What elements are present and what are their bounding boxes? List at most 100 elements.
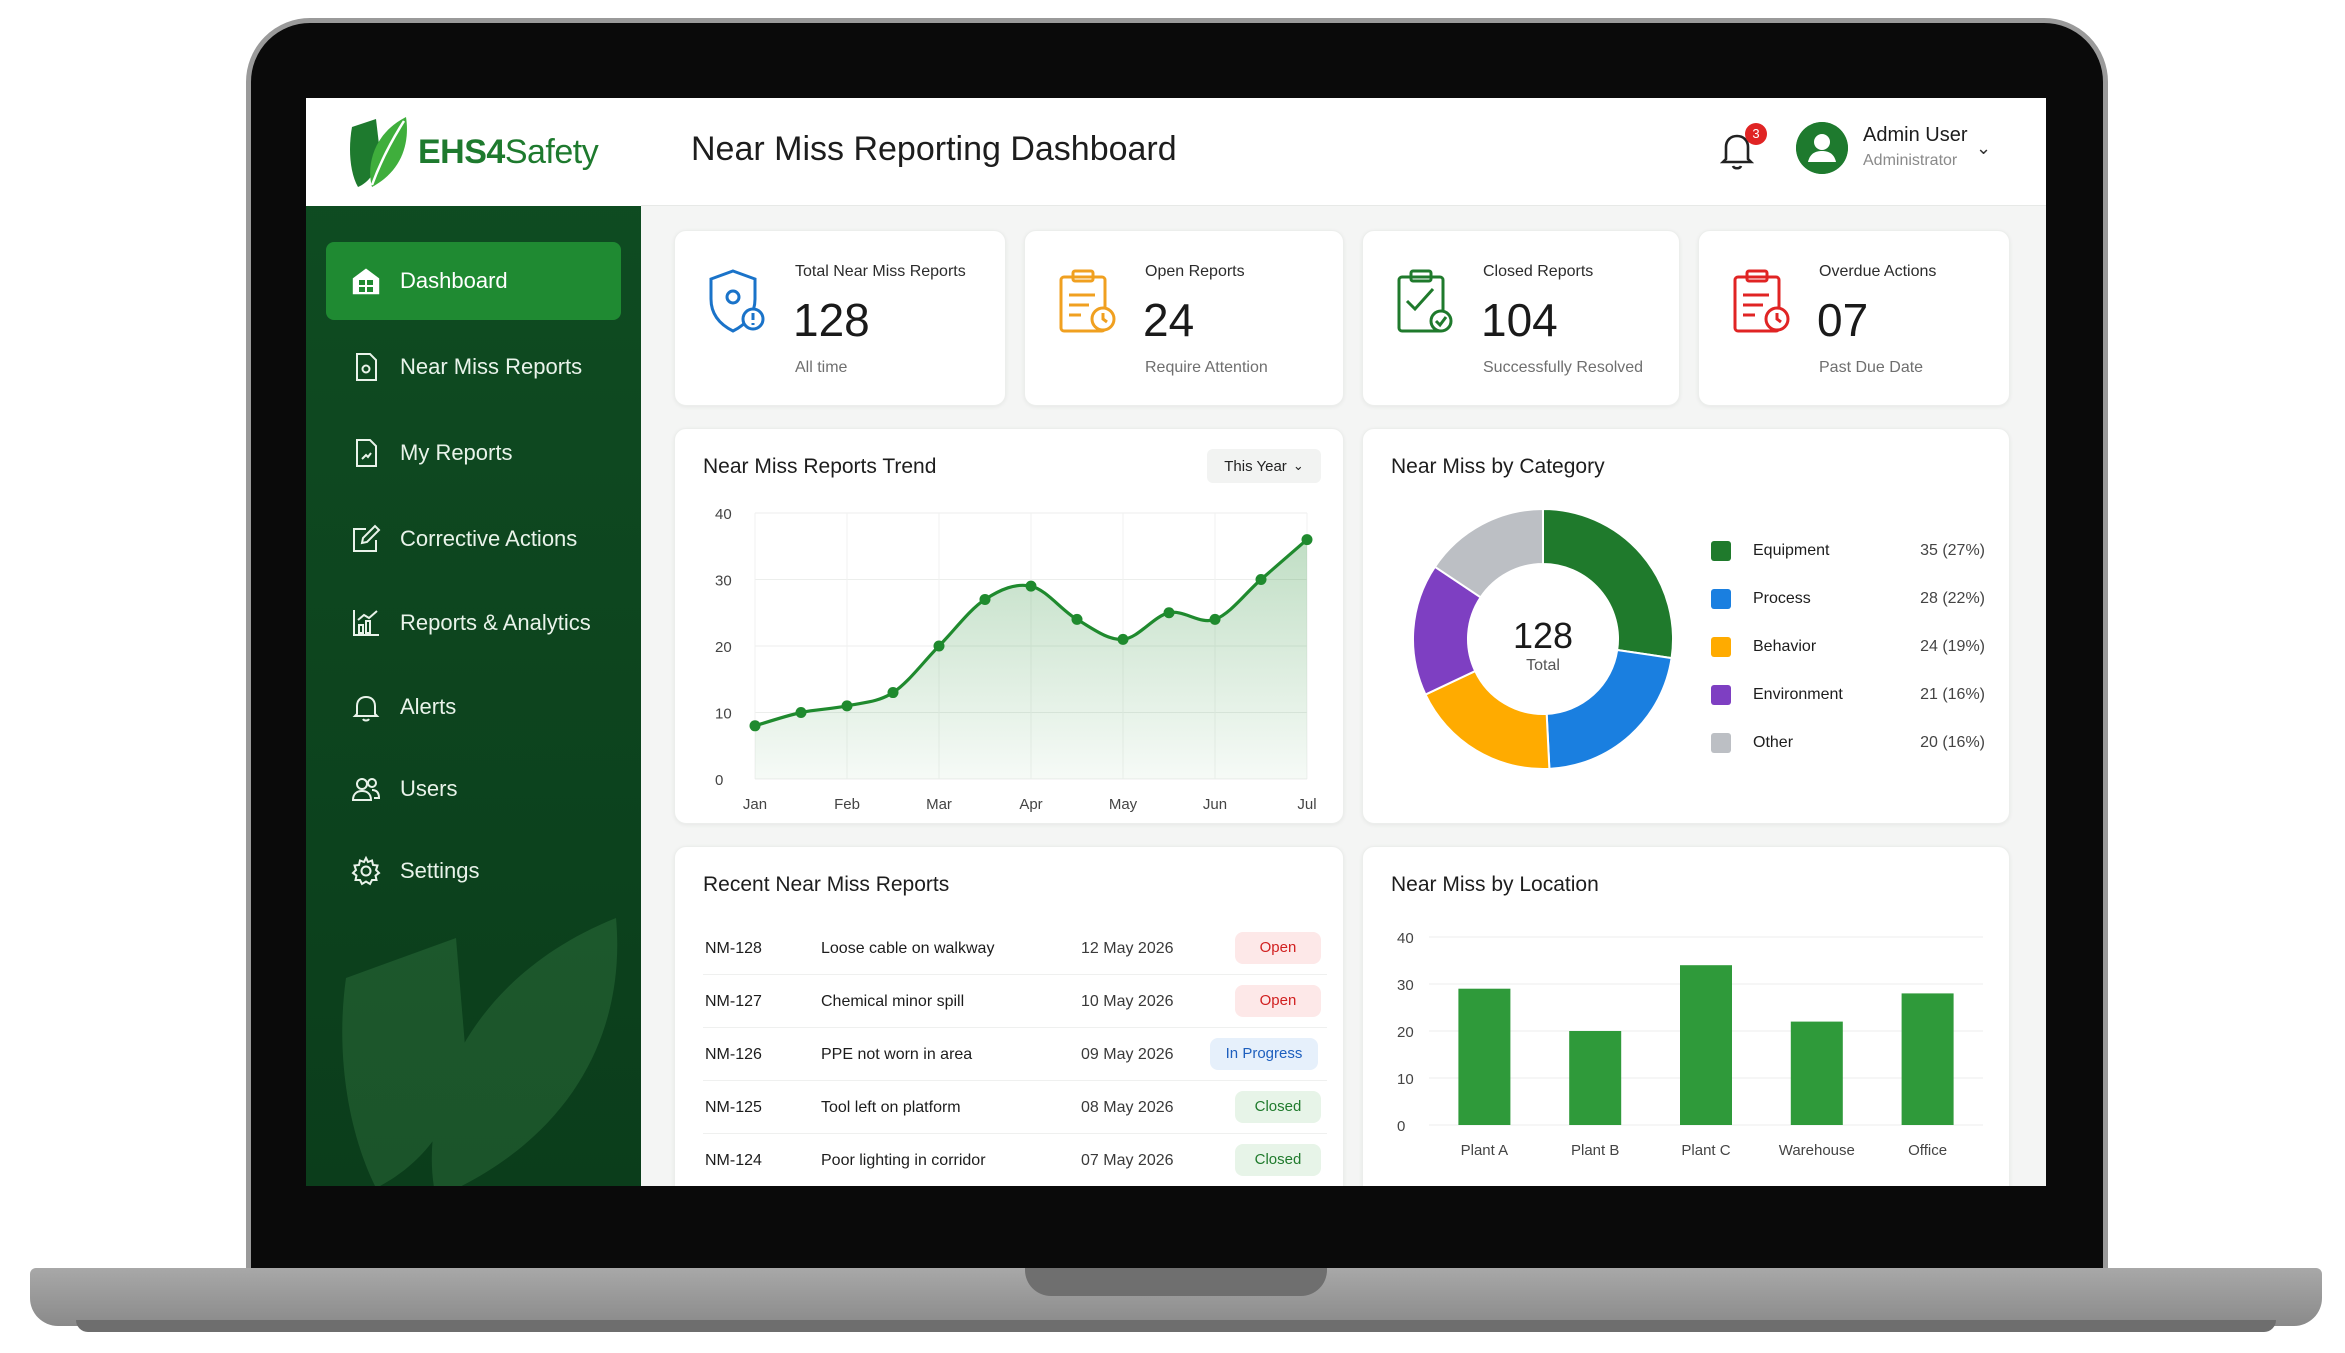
clipboard-clock-icon — [1059, 269, 1116, 333]
gear-icon — [351, 855, 381, 886]
donut-total-value: 128 — [1512, 615, 1574, 656]
trend-point[interactable] — [1025, 580, 1037, 592]
location-bar-chart: 0 10 20 30 40 Plant A Plant B Plant C Warehouse O… — [1397, 930, 1983, 1159]
trend-point[interactable] — [933, 640, 945, 652]
report-id: NM-128 — [705, 940, 762, 957]
kpi-card-overdue[interactable]: Overdue Actions 07 Past Due Date — [1698, 230, 2010, 406]
sidebar-item-my-reports[interactable]: My Reports — [326, 414, 621, 492]
trend-x-tick-label: May — [1109, 796, 1138, 813]
avatar[interactable] — [1796, 122, 1848, 174]
legend-item[interactable]: Process 28 (22%) — [1711, 585, 1991, 613]
sidebar-item-near-miss-reports[interactable]: Near Miss Reports — [326, 328, 621, 406]
user-name[interactable]: Admin User — [1863, 124, 1967, 147]
kpi-card-total[interactable]: Total Near Miss Reports 128 All time — [674, 230, 1006, 406]
trend-point[interactable] — [1117, 633, 1129, 645]
report-date: 08 May 2026 — [1081, 1099, 1174, 1116]
legend-item[interactable]: Other 20 (16%) — [1711, 729, 1991, 757]
sidebar-item-alerts[interactable]: Alerts — [326, 668, 621, 746]
legend-swatch — [1711, 541, 1731, 561]
trend-y-tick-label: 20 — [715, 639, 732, 656]
bar-plant-a[interactable] — [1458, 988, 1511, 1125]
bar-plant-c[interactable] — [1680, 965, 1732, 1125]
bar-y-tick-label: 10 — [1397, 1071, 1414, 1088]
legend-label: Other — [1753, 734, 1794, 751]
sidebar-item-label: Settings — [400, 858, 480, 883]
users-icon — [351, 778, 381, 801]
bar-y-tick-label: 40 — [1397, 930, 1414, 947]
trend-point[interactable] — [1301, 534, 1313, 546]
bar-office[interactable] — [1901, 993, 1954, 1125]
leaf-shield-logo-icon — [350, 117, 407, 187]
report-description: Chemical minor spill — [821, 993, 965, 1010]
category-title: Near Miss by Category — [1391, 455, 1605, 478]
legend-label: Environment — [1753, 686, 1843, 703]
analytics-icon — [353, 610, 379, 636]
bar-y-tick-label: 20 — [1397, 1024, 1414, 1041]
bar-x-tick-label: Plant A — [1461, 1142, 1509, 1159]
trend-point[interactable] — [1071, 613, 1083, 625]
legend-label: Process — [1753, 590, 1811, 607]
bar-x-tick-label: Office — [1908, 1142, 1947, 1159]
table-row[interactable]: NM-125 Tool left on platform 08 May 2026 Cl… — [703, 1082, 1327, 1134]
trend-y-tick-label: 10 — [715, 706, 732, 723]
trend-point[interactable] — [979, 593, 991, 605]
sidebar-item-settings[interactable]: Settings — [326, 832, 621, 910]
top-header: Near Miss Reporting Dashboard 3 Admin Us… — [641, 98, 2046, 206]
recent-reports-title: Recent Near Miss Reports — [703, 873, 950, 896]
laptop-notch — [1025, 1268, 1327, 1296]
kpi-label: Total Near Miss Reports — [795, 263, 966, 280]
trend-point[interactable] — [887, 687, 899, 699]
kpi-value: 104 — [1481, 294, 1558, 346]
sidebar-item-users[interactable]: Users — [326, 750, 621, 828]
table-row[interactable]: NM-124 Poor lighting in corridor 07 May 20… — [703, 1135, 1327, 1186]
kpi-sub: Require Attention — [1145, 359, 1268, 376]
sidebar-item-reports-analytics[interactable]: Reports & Analytics — [326, 584, 621, 662]
report-description: Poor lighting in corridor — [821, 1152, 986, 1169]
table-row[interactable]: NM-127 Chemical minor spill 10 May 2026 Ope… — [703, 976, 1327, 1028]
trend-x-tick-label: Jan — [743, 796, 767, 813]
trend-point[interactable] — [1209, 613, 1221, 625]
sidebar-item-corrective-actions[interactable]: Corrective Actions — [326, 500, 621, 578]
legend-swatch — [1711, 733, 1731, 753]
trend-x-tick-label: Jul — [1297, 796, 1316, 813]
report-description: PPE not worn in area — [821, 1046, 973, 1063]
trend-y-tick-label: 40 — [715, 506, 732, 523]
dashboard-icon — [352, 268, 380, 295]
brand-name-rest: Safety — [504, 132, 599, 171]
trend-point[interactable] — [841, 700, 853, 712]
trend-y-tick-label: 0 — [715, 772, 723, 789]
trend-point[interactable] — [1163, 607, 1175, 619]
trend-x-tick-label: Mar — [926, 796, 952, 813]
bar-y-tick-label: 30 — [1397, 977, 1414, 994]
table-row[interactable]: NM-128 Loose cable on walkway 12 May 2026 O… — [703, 923, 1327, 975]
trend-point[interactable] — [749, 720, 761, 732]
category-card: Near Miss by Category 128 Total Equipmen… — [1362, 428, 2010, 824]
trend-point[interactable] — [795, 707, 807, 718]
laptop-base-shadow — [76, 1320, 2276, 1332]
sidebar-item-label: Corrective Actions — [400, 526, 578, 551]
leaf-watermark-icon — [342, 918, 618, 1186]
bar-warehouse[interactable] — [1790, 1021, 1843, 1125]
shield-alert-icon — [709, 269, 765, 333]
kpi-value: 128 — [793, 294, 870, 346]
app-screen: EHS4Safety Dashboard Near Miss Reports M… — [306, 98, 2046, 1186]
sidebar-item-label: Reports & Analytics — [400, 610, 591, 635]
kpi-sub: All time — [795, 359, 848, 376]
status-badge: Open — [1235, 985, 1321, 1017]
kpi-card-closed[interactable]: Closed Reports 104 Successfully Resolved — [1362, 230, 1680, 406]
kpi-card-open[interactable]: Open Reports 24 Require Attention — [1024, 230, 1344, 406]
legend-value: 21 (16%) — [1920, 686, 1985, 703]
status-badge: Closed — [1235, 1144, 1321, 1176]
trend-point[interactable] — [1255, 574, 1267, 585]
brand[interactable]: EHS4Safety — [306, 98, 641, 206]
report-description: Loose cable on walkway — [821, 940, 995, 957]
table-row[interactable]: NM-126 PPE not worn in area 09 May 2026 In … — [703, 1029, 1327, 1081]
legend-item[interactable]: Environment 21 (16%) — [1711, 681, 1991, 709]
status-badge: In Progress — [1210, 1038, 1318, 1070]
sidebar-item-dashboard[interactable]: Dashboard — [326, 242, 621, 320]
legend-item[interactable]: Behavior 24 (19%) — [1711, 633, 1991, 661]
bar-plant-b[interactable] — [1569, 1031, 1622, 1125]
sidebar-item-label: Users — [400, 776, 458, 801]
legend-item[interactable]: Equipment 35 (27%) — [1711, 537, 1991, 565]
chevron-down-icon[interactable]: ⌄ — [1976, 138, 1991, 159]
